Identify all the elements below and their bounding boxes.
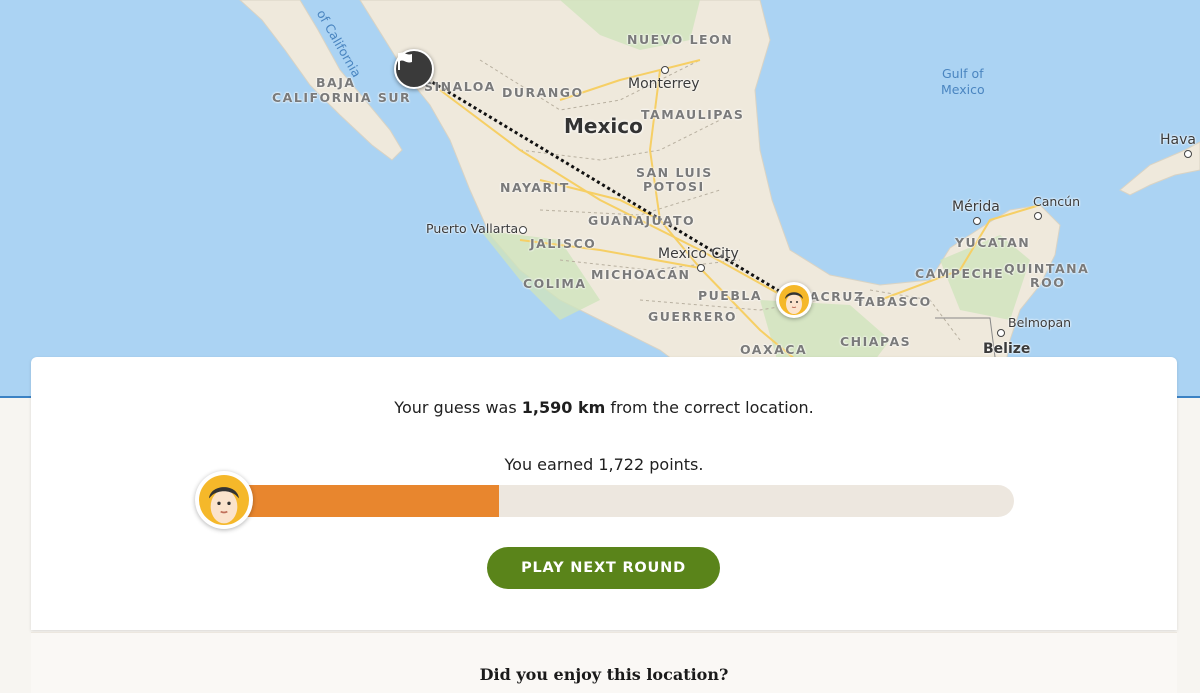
flag-icon bbox=[398, 52, 412, 70]
oaxaca-label: OAXACA bbox=[740, 342, 808, 357]
yucatan-label: YUCATAN bbox=[955, 235, 1031, 250]
score-progress-fill bbox=[229, 485, 500, 517]
distance-prefix: Your guess was bbox=[394, 398, 517, 417]
belize-label: Belize bbox=[983, 341, 1031, 357]
gulf-mexico-label-2: Mexico bbox=[941, 82, 985, 97]
colima-label: COLIMA bbox=[523, 276, 587, 291]
result-map[interactable]: of California BAJA CALIFORNIA SUR SINALO… bbox=[0, 0, 1200, 398]
belmopan-label: Belmopan bbox=[1008, 315, 1072, 330]
gulf-mexico-label: Gulf of bbox=[942, 66, 984, 81]
sinaloa-label: SINALOA bbox=[424, 79, 496, 94]
campeche-label: CAMPECHE bbox=[915, 266, 1005, 281]
puerto-vallarta-dot bbox=[519, 226, 527, 234]
feedback-section: Did you enjoy this location? bbox=[31, 632, 1177, 693]
distance-text: Your guess was 1,590 km from the correct… bbox=[31, 398, 1177, 417]
merida-dot bbox=[973, 217, 981, 225]
mexico-city-dot bbox=[697, 264, 705, 272]
baja-label: BAJA bbox=[316, 75, 356, 90]
mexico-country-label: Mexico bbox=[564, 114, 643, 138]
quintana-label: QUINTANA bbox=[1004, 261, 1090, 276]
distance-suffix: from the correct location. bbox=[610, 398, 814, 417]
merida-label: Mérida bbox=[952, 199, 1000, 215]
cancun-dot bbox=[1034, 212, 1042, 220]
durango-label: DURANGO bbox=[502, 85, 584, 100]
san-luis-label: SAN LUIS bbox=[636, 165, 713, 180]
havana-dot bbox=[1184, 150, 1192, 158]
belmopan-dot bbox=[997, 329, 1005, 337]
progress-avatar bbox=[195, 471, 253, 529]
jalisco-label: JALISCO bbox=[530, 236, 597, 251]
puebla-label: PUEBLA bbox=[698, 288, 763, 303]
guanajuato-label: GUANAJUATO bbox=[588, 213, 696, 228]
monterrey-label: Monterrey bbox=[628, 76, 700, 92]
correct-location-marker[interactable] bbox=[394, 49, 434, 89]
nayarit-label: NAYARIT bbox=[500, 180, 570, 195]
cancun-label: Cancún bbox=[1033, 194, 1081, 209]
result-card: Your guess was 1,590 km from the correct… bbox=[31, 357, 1177, 630]
chiapas-label: CHIAPAS bbox=[840, 334, 912, 349]
tabasco-label: TABASCO bbox=[856, 294, 932, 309]
avatar-icon bbox=[199, 475, 249, 525]
play-next-round-button[interactable]: PLAY NEXT ROUND bbox=[487, 547, 720, 589]
michoacan-label: MICHOACÁN bbox=[591, 267, 691, 282]
quintana-roo-label: ROO bbox=[1030, 275, 1066, 290]
tamaulipas-label: TAMAULIPAS bbox=[641, 107, 745, 122]
avatar-icon bbox=[779, 285, 809, 315]
puerto-vallarta-label: Puerto Vallarta bbox=[426, 221, 519, 236]
points-text: You earned 1,722 points. bbox=[504, 455, 704, 474]
baja-label-2: CALIFORNIA SUR bbox=[272, 90, 412, 105]
mexico-city-label: Mexico City bbox=[658, 246, 739, 262]
feedback-title: Did you enjoy this location? bbox=[479, 665, 729, 684]
guess-location-marker[interactable] bbox=[776, 282, 812, 318]
map-canvas bbox=[0, 0, 1200, 396]
score-progress-bar bbox=[229, 485, 1014, 517]
distance-value: 1,590 km bbox=[521, 398, 606, 417]
monterrey-dot bbox=[661, 66, 669, 74]
havana-label: Hava bbox=[1160, 132, 1196, 148]
potosi-label: POTOSI bbox=[643, 179, 705, 194]
nuevo-leon-label: NUEVO LEON bbox=[627, 32, 734, 47]
guerrero-label: GUERRERO bbox=[648, 309, 737, 324]
